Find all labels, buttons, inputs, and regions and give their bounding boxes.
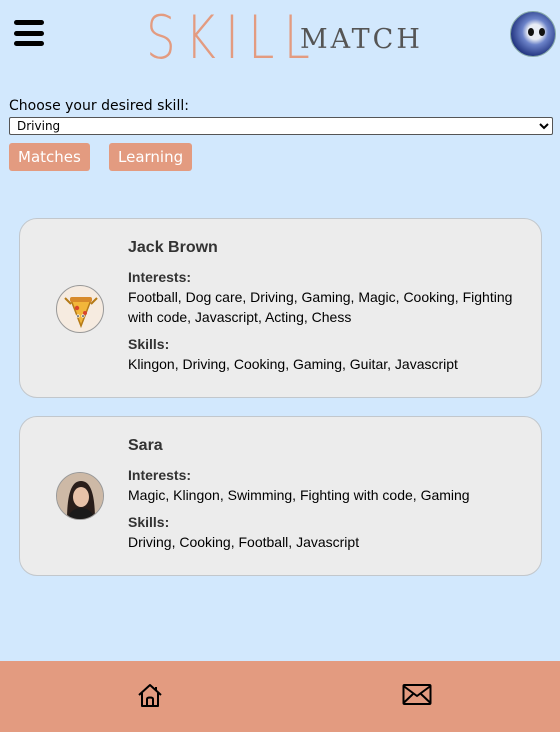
matches-button[interactable]: Matches [9, 143, 90, 171]
skill-label: Choose your desired skill: [9, 98, 189, 114]
match-card[interactable]: Sara Interests: Magic, Klingon, Swimming… [19, 416, 542, 576]
woman-portrait-icon [57, 473, 103, 519]
skill-select[interactable]: Driving [9, 117, 553, 135]
interests-label: Interests: [128, 467, 192, 483]
match-name: Jack Brown [128, 239, 218, 256]
interests-list: Football, Dog care, Driving, Gaming, Mag… [128, 289, 513, 325]
skill-picker: Choose your desired skill: Driving [9, 98, 553, 135]
match-name: Sara [128, 437, 163, 454]
match-details: Sara Interests: Magic, Klingon, Swimming… [128, 437, 528, 561]
match-card[interactable]: Jack Brown Interests: Football, Dog care… [19, 218, 542, 398]
logo-skill-text: SKILL [146, 3, 320, 73]
match-details: Jack Brown Interests: Football, Dog care… [128, 239, 528, 383]
home-icon[interactable] [136, 681, 164, 713]
app-logo: SKILL MATCH [146, 4, 423, 68]
match-avatar [56, 472, 104, 520]
hamburger-menu-icon[interactable] [14, 20, 44, 46]
skills-list: Klingon, Driving, Cooking, Gaming, Guita… [128, 356, 458, 372]
pizza-character-icon [64, 297, 98, 329]
app-header: SKILL MATCH [0, 0, 560, 80]
bottom-nav [0, 661, 560, 732]
skills-label: Skills: [128, 336, 170, 352]
match-avatar [56, 285, 104, 333]
skills-list: Driving, Cooking, Football, Javascript [128, 534, 360, 550]
skills-label: Skills: [128, 514, 170, 530]
learning-button[interactable]: Learning [109, 143, 193, 171]
user-avatar[interactable] [510, 11, 556, 57]
avatar-eye-right [539, 28, 545, 36]
interests-list: Magic, Klingon, Swimming, Fighting with … [128, 487, 470, 503]
interests-label: Interests: [128, 269, 192, 285]
mail-icon[interactable] [402, 683, 432, 711]
avatar-eye-left [528, 28, 534, 36]
